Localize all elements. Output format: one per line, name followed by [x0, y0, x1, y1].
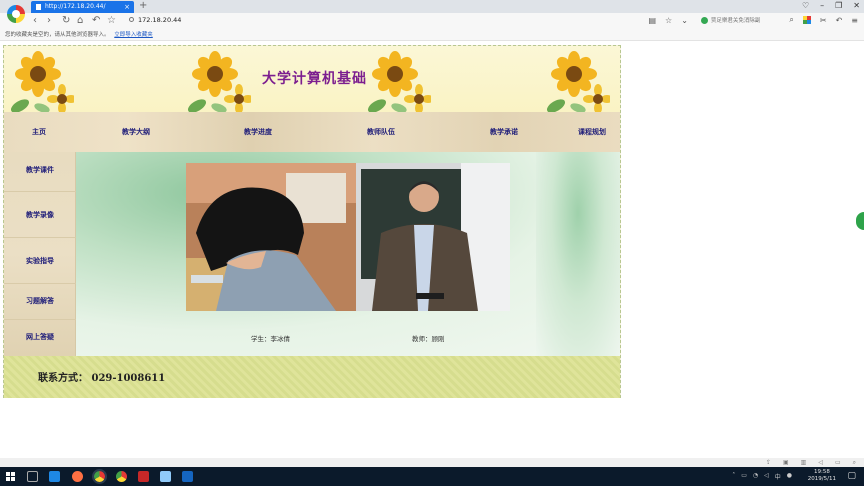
close-window-button[interactable]: ✕	[853, 1, 860, 10]
web-page: 大学计算机基础 主页 教学大纲 教学进度 教师队伍 教学承诺 课程规划 教学课件…	[3, 45, 621, 398]
site-footer: 联系方式： 029-1008611	[4, 356, 620, 398]
sidebar-item-exercise-answers[interactable]: 习题解答	[4, 284, 76, 320]
browser-task-icon[interactable]	[92, 469, 107, 484]
status-icons: ⇪ ▣ ▥ ◁ ▭ ⌕	[766, 459, 856, 467]
browser-tab[interactable]: http://172.18.20.44/ ×	[31, 1, 134, 13]
nav-curriculum-plan[interactable]: 课程规划	[578, 112, 606, 152]
nav-schedule[interactable]: 教学进度	[244, 112, 272, 152]
forward-button[interactable]: ›	[47, 15, 51, 27]
antivirus-icon[interactable]: ●	[787, 472, 792, 481]
nav-commitment[interactable]: 教学承诺	[490, 112, 518, 152]
reader-icon[interactable]: ▤	[648, 16, 656, 25]
app-icon[interactable]	[138, 471, 149, 482]
nav-syllabus[interactable]: 教学大纲	[122, 112, 150, 152]
search-engine-icon	[700, 16, 708, 24]
minimize-button[interactable]: –	[820, 1, 824, 10]
menu-icon[interactable]: ≡	[851, 16, 858, 25]
apps-icon[interactable]	[802, 16, 811, 24]
tray-up-icon[interactable]: ˄	[732, 472, 735, 481]
ie-browser-icon[interactable]	[49, 471, 60, 482]
browser-logo[interactable]	[7, 5, 25, 23]
volume-icon[interactable]: ◁	[818, 459, 823, 467]
main-nav: 主页 教学大纲 教学进度 教师队伍 教学承诺 课程规划	[4, 112, 620, 152]
back-button[interactable]: ‹	[33, 15, 37, 27]
taskbar-clock[interactable]: 19:58 2019/5/11	[808, 469, 836, 483]
favorite-icon[interactable]: ☆	[665, 16, 672, 25]
restore-button[interactable]: ❐	[835, 1, 842, 10]
contact-info: 联系方式： 029-1008611	[38, 373, 166, 384]
task-view-icon[interactable]	[27, 471, 38, 482]
battery-icon[interactable]: ▭	[741, 472, 747, 481]
screenshot-icon[interactable]: ▣	[783, 459, 789, 467]
new-tab-button[interactable]: +	[139, 0, 147, 12]
browser-tab-bar: http://172.18.20.44/ × + ♡ – ❐ ✕	[0, 0, 864, 13]
search-placeholder: 贾足樂君关免消除副	[710, 18, 761, 24]
firefox-icon[interactable]	[72, 471, 83, 482]
close-tab-icon[interactable]: ×	[124, 1, 130, 13]
undo-icon[interactable]: ↶	[92, 15, 100, 27]
share-icon[interactable]: ⇪	[766, 459, 771, 467]
chrome-icon[interactable]	[116, 471, 127, 482]
undo-close-icon[interactable]: ↶	[836, 16, 843, 25]
sidebar-item-courseware[interactable]: 教学课件	[4, 152, 76, 192]
word-icon[interactable]	[182, 471, 193, 482]
trash-icon[interactable]: ▥	[801, 459, 807, 467]
system-tray: ˄ ▭ ◔ ◁ 中 ●	[732, 472, 792, 481]
input-method[interactable]: 中	[775, 472, 781, 481]
speaker-icon[interactable]: ◁	[764, 472, 769, 481]
import-bookmarks-link[interactable]: 立即导入收藏夹	[114, 32, 153, 38]
window-icon[interactable]: ▭	[835, 459, 841, 467]
sidebar-item-online-qa[interactable]: 网上答疑	[4, 320, 76, 356]
network-icon[interactable]: ◔	[753, 472, 758, 481]
toolbar-right: ▤ ☆ ⌄ 贾足樂君关免消除副 ⌕ ✂ ↶ ≡	[648, 15, 858, 25]
windows-taskbar: ˄ ▭ ◔ ◁ 中 ● 19:58 2019/5/11 ▢	[0, 467, 864, 486]
clock-time: 19:58	[813, 469, 830, 475]
classroom-photo	[186, 163, 510, 311]
page-icon	[36, 4, 41, 10]
main-content: 学生：李冰倩 教师：顾刚	[76, 152, 620, 356]
address-bar: ‹ › ↻ ⌂ ↶ ☆ 172.18.20.44 ▤ ☆ ⌄ 贾足樂君关免消除副…	[0, 13, 864, 29]
home-button[interactable]: ⌂	[77, 15, 83, 27]
sunflower-image	[10, 51, 74, 114]
nav-faculty[interactable]: 教师队伍	[367, 112, 395, 152]
window-controls: ♡ – ❐ ✕	[802, 1, 860, 10]
side-panel-handle[interactable]	[856, 212, 864, 230]
sunflower-image	[367, 51, 431, 114]
tab-title: http://172.18.20.44/	[45, 3, 106, 10]
sidebar: 教学课件 教学录像 实验指导 习题解答 网上答疑	[4, 152, 76, 356]
student-caption: 学生：李冰倩	[251, 335, 290, 343]
search-icon[interactable]: ⌕	[789, 15, 793, 25]
site-banner: 大学计算机基础	[4, 46, 620, 114]
browser-status-bar: ⇪ ▣ ▥ ◁ ▭ ⌕	[0, 458, 864, 467]
sidebar-item-lab-guide[interactable]: 实验指导	[4, 238, 76, 284]
bookmark-bar: 您的收藏夹是空的，请从其他浏览器导入。 立即导入收藏夹	[0, 29, 864, 41]
nav-home[interactable]: 主页	[32, 112, 46, 152]
clock-date: 2019/5/11	[807, 476, 836, 482]
cut-icon[interactable]: ✂	[820, 16, 827, 25]
windows-start-icon[interactable]	[6, 472, 15, 481]
info-icon[interactable]	[129, 17, 134, 22]
dropdown-icon[interactable]: ⌄	[681, 16, 688, 25]
site-title: 大学计算机基础	[262, 71, 367, 87]
notification-icon[interactable]: ▢	[847, 471, 856, 481]
bookmark-notice: 您的收藏夹是空的，请从其他浏览器导入。	[5, 32, 110, 38]
search-box[interactable]: 贾足樂君关免消除副	[700, 16, 761, 24]
teacher-caption: 教师：顾刚	[412, 335, 445, 343]
url-field[interactable]: 172.18.20.44	[138, 16, 181, 24]
sunflower-image	[187, 51, 251, 114]
skin-icon[interactable]: ♡	[802, 1, 809, 10]
sidebar-item-recordings[interactable]: 教学录像	[4, 192, 76, 238]
refresh-button[interactable]: ↻	[62, 15, 70, 27]
sunflower-image	[546, 51, 610, 114]
star-icon[interactable]: ☆	[107, 15, 116, 27]
zoom-icon[interactable]: ⌕	[853, 459, 856, 467]
mail-icon[interactable]	[160, 471, 171, 482]
